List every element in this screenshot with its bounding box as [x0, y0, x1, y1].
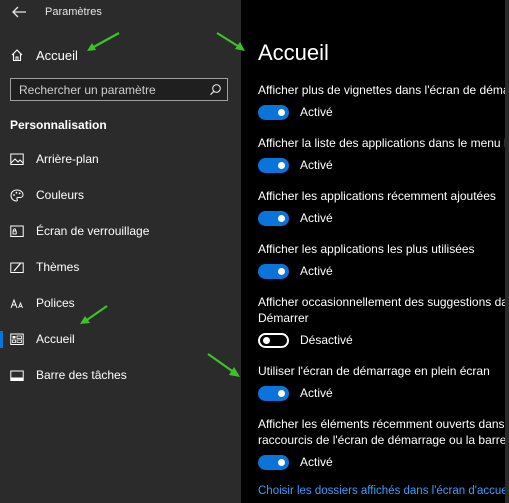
annotation-arrow-icon [207, 353, 240, 377]
title-bar: Paramètres [0, 0, 241, 26]
image-icon [10, 153, 24, 165]
toggle-state: Désactivé [300, 333, 353, 347]
selected-indicator [0, 331, 3, 348]
setting-app-list: Afficher la liste des applications dans … [258, 135, 509, 177]
most-used-toggle[interactable] [258, 264, 289, 279]
full-screen-toggle[interactable] [258, 386, 289, 401]
setting-label: Afficher plus de vignettes dans l'écran … [258, 83, 509, 97]
sidebar-item-themes[interactable]: Thèmes [0, 253, 241, 281]
page-title: Accueil [258, 40, 329, 65]
palette-icon [10, 189, 24, 202]
setting-label: Afficher occasionnellement des suggestio… [258, 295, 509, 309]
sidebar-item-fonts[interactable]: Polices [0, 289, 241, 317]
nav-home-label: Accueil [36, 48, 78, 63]
main-panel: Accueil Afficher plus de vignettes dans … [241, 0, 509, 503]
sidebar-item-label: Thèmes [36, 260, 80, 274]
setting-label: Utiliser l'écran de démarrage en plein é… [258, 364, 490, 378]
setting-label: Afficher les éléments récemment ouverts … [258, 417, 509, 431]
sidebar-item-colors[interactable]: Couleurs [0, 181, 241, 209]
search-icon[interactable] [209, 83, 222, 96]
app-list-toggle[interactable] [258, 158, 289, 173]
toggle-state: Activé [300, 455, 333, 469]
setting-label: raccourcis de l'écran de démarrage ou la… [258, 433, 509, 447]
sidebar-item-label: Arrière-plan [36, 152, 99, 166]
sidebar-item-label: Accueil [36, 332, 75, 346]
section-title: Personnalisation [10, 118, 107, 132]
annotation-arrow-icon [87, 32, 120, 51]
setting-label: Afficher la liste des applications dans … [258, 136, 509, 150]
setting-recent-items: Afficher les éléments récemment ouverts … [258, 416, 509, 474]
setting-most-used: Afficher les applications les plus utili… [258, 241, 509, 283]
choose-folders-link[interactable]: Choisir les dossiers affichés dans l'écr… [258, 485, 509, 497]
toggle-state: Activé [300, 386, 333, 400]
sidebar-item-lock-screen[interactable]: Écran de verrouillage [0, 217, 241, 245]
sidebar-item-label: Couleurs [36, 188, 85, 202]
sidebar: Paramètres Accueil Personnalisation Arri… [0, 0, 241, 503]
setting-label: Afficher les applications récemment ajou… [258, 189, 496, 203]
suggestions-toggle[interactable] [258, 333, 289, 348]
search-input[interactable] [11, 79, 201, 100]
fonts-icon [10, 298, 23, 309]
recent-items-toggle[interactable] [258, 455, 289, 470]
setting-full-screen: Utiliser l'écran de démarrage en plein é… [258, 363, 509, 405]
recently-added-toggle[interactable] [258, 211, 289, 226]
sidebar-item-label: Barre des tâches [36, 368, 127, 382]
setting-label: Démarrer [258, 311, 309, 325]
scrollbar[interactable] [505, 0, 509, 503]
sidebar-item-label: Polices [36, 296, 75, 310]
sidebar-item-start[interactable]: Accueil [0, 325, 241, 353]
annotation-arrow-icon [216, 32, 245, 51]
toggle-state: Activé [300, 264, 333, 278]
toggle-state: Activé [300, 158, 333, 172]
sidebar-item-background[interactable]: Arrière-plan [0, 145, 241, 173]
more-tiles-toggle[interactable] [258, 105, 289, 120]
setting-suggestions: Afficher occasionnellement des suggestio… [258, 294, 509, 352]
toggle-state: Activé [300, 105, 333, 119]
themes-icon [10, 262, 24, 273]
setting-label: Afficher les applications les plus utili… [258, 242, 475, 256]
app-title: Paramètres [45, 6, 102, 18]
back-arrow-icon[interactable] [10, 4, 28, 20]
toggle-state: Activé [300, 211, 333, 225]
lock-screen-icon [10, 225, 24, 237]
home-icon [11, 49, 23, 62]
annotation-arrow-icon [80, 305, 108, 324]
setting-recently-added: Afficher les applications récemment ajou… [258, 188, 509, 230]
taskbar-icon [10, 370, 24, 381]
sidebar-item-label: Écran de verrouillage [36, 224, 150, 238]
setting-more-tiles: Afficher plus de vignettes dans l'écran … [258, 82, 509, 124]
search-box[interactable] [10, 78, 228, 101]
start-icon [10, 333, 24, 345]
